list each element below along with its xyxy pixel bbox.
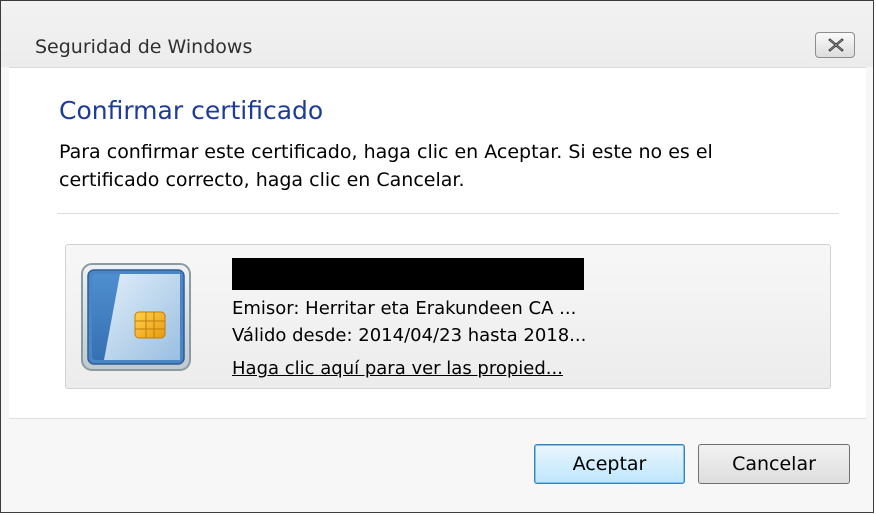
dialog-message: Para confirmar este certificado, haga cl…	[59, 141, 713, 191]
certificate-properties-link[interactable]: Haga clic aquí para ver las propied...	[232, 357, 563, 381]
separator	[57, 213, 839, 214]
cancel-button[interactable]: Cancelar	[698, 444, 850, 484]
title-bar: Seguridad de Windows	[1, 1, 873, 67]
certificate-issuer: Emisor: Herritar eta Erakundeen CA ...	[232, 298, 577, 319]
close-icon	[828, 38, 844, 52]
dialog-heading: Confirmar certificado	[59, 96, 324, 125]
accept-button[interactable]: Aceptar	[534, 444, 685, 484]
certificate-tile[interactable]: Emisor: Herritar eta Erakundeen CA ... V…	[65, 244, 831, 389]
certificate-name-redacted	[232, 258, 584, 290]
close-button[interactable]	[815, 32, 855, 58]
dialog-content: Confirmar certificado Para confirmar est…	[9, 67, 866, 419]
smart-card-icon	[81, 263, 191, 371]
window-title: Seguridad de Windows	[35, 36, 253, 58]
security-dialog: Seguridad de Windows Confirmar certifica…	[0, 0, 874, 513]
certificate-validity: Válido desde: 2014/04/23 hasta 2018...	[232, 325, 587, 346]
